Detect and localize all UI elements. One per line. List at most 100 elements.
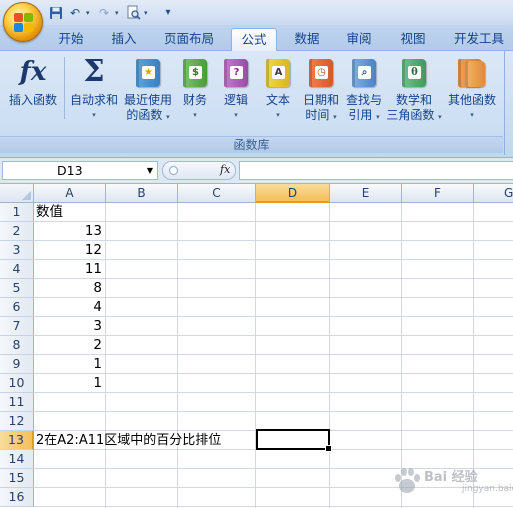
cell-a13[interactable]: 2在A2:A11区域中的百分比排位 (36, 431, 221, 450)
row-header-8[interactable]: 8 (0, 336, 34, 355)
undo-dropdown-icon[interactable]: ▾ (86, 9, 93, 17)
financial-icon: $ (179, 57, 211, 89)
formula-controls: fx (162, 161, 236, 180)
more-functions-dropdown-icon: ▾ (470, 111, 474, 119)
text-functions-button[interactable]: A 文本 ▾ (260, 57, 296, 123)
cell-a5[interactable]: 8 (34, 279, 102, 298)
cell-a7[interactable]: 3 (34, 317, 102, 336)
autosum-dropdown-icon: ▾ (92, 111, 96, 119)
cell-a3[interactable]: 12 (34, 241, 102, 260)
row-header-6[interactable]: 6 (0, 298, 34, 317)
autosum-button[interactable]: Σ 自动求和 ▾ (68, 57, 120, 123)
tab-view[interactable]: 视图 (394, 28, 432, 51)
math-trig-button[interactable]: θ 数学和 三角函数 ▾ (385, 57, 443, 125)
gridline (34, 373, 513, 374)
ribbon-formulas: fx 插入函数 Σ 自动求和 ▾ ★ 最近使用 的函数 ▾ $ 财务 ▾ ? 逻… (0, 51, 513, 158)
save-icon[interactable] (48, 5, 64, 21)
row-header-3[interactable]: 3 (0, 241, 34, 260)
tab-page-layout[interactable]: 页面布局 (158, 28, 220, 51)
insert-function-fx-button[interactable]: fx (220, 163, 230, 176)
financial-button[interactable]: $ 财务 ▾ (177, 57, 213, 123)
paw-logo-icon (395, 468, 420, 493)
tab-home[interactable]: 开始 (52, 28, 90, 51)
text-functions-label: 文本 (265, 93, 290, 107)
resize-handle-icon[interactable] (169, 166, 178, 175)
logical-button[interactable]: ? 逻辑 ▾ (218, 57, 254, 123)
recent-functions-label-2: 的函数 ▾ (126, 108, 170, 122)
print-preview-dropdown-icon[interactable]: ▾ (144, 9, 151, 17)
more-functions-icon (456, 57, 488, 89)
redo-dropdown-icon[interactable]: ▾ (115, 9, 122, 17)
text-functions-icon: A (262, 57, 294, 89)
cell-a2[interactable]: 13 (34, 222, 102, 241)
gridline (34, 297, 513, 298)
cell-a6[interactable]: 4 (34, 298, 102, 317)
column-header-d[interactable]: D (256, 184, 330, 203)
tab-formulas[interactable]: 公式 (231, 28, 277, 52)
lookup-reference-button[interactable]: ⌕ 查找与 引用 ▾ (342, 57, 386, 125)
row-header-2[interactable]: 2 (0, 222, 34, 241)
lookup-reference-label-1: 查找与 (345, 93, 382, 107)
formula-input[interactable] (239, 161, 513, 180)
cell-a4[interactable]: 11 (34, 260, 102, 279)
undo-icon[interactable]: ↶ (67, 5, 83, 21)
insert-function-button[interactable]: fx 插入函数 (5, 57, 61, 108)
cell-a9[interactable]: 1 (34, 355, 102, 374)
recent-functions-button[interactable]: ★ 最近使用 的函数 ▾ (121, 57, 175, 125)
gridline (34, 411, 513, 412)
row-header-7[interactable]: 7 (0, 317, 34, 336)
tab-data[interactable]: 数据 (288, 28, 326, 51)
column-header-b[interactable]: B (106, 184, 178, 203)
logical-label: 逻辑 (223, 93, 248, 107)
gridline (255, 203, 256, 508)
select-all-button[interactable] (0, 184, 34, 203)
math-trig-label-1: 数学和 (395, 93, 432, 107)
row-header-10[interactable]: 10 (0, 374, 34, 393)
print-preview-icon[interactable] (125, 5, 141, 21)
row-header-9[interactable]: 9 (0, 355, 34, 374)
insert-function-icon: fx (19, 57, 47, 87)
row-header-15[interactable]: 15 (0, 469, 34, 488)
row-header-13[interactable]: 13 (0, 431, 34, 450)
column-header-a[interactable]: A (34, 184, 106, 203)
gridline (34, 392, 513, 393)
gridline (34, 335, 513, 336)
row-header-12[interactable]: 12 (0, 412, 34, 431)
name-box[interactable]: D13 ▼ (2, 161, 158, 180)
tab-insert[interactable]: 插入 (105, 28, 143, 51)
tab-developer[interactable]: 开发工具 (448, 28, 510, 51)
row-header-1[interactable]: 1 (0, 203, 34, 222)
row-header-4[interactable]: 4 (0, 260, 34, 279)
column-header-e[interactable]: E (330, 184, 402, 203)
row-header-14[interactable]: 14 (0, 450, 34, 469)
row-header-5[interactable]: 5 (0, 279, 34, 298)
baidu-jingyan-watermark: Bai 经验 jingyan.baidu.com (392, 463, 513, 499)
date-time-button[interactable]: ◷ 日期和 时间 ▾ (299, 57, 343, 125)
title-bar: ↶ ▾ ↷ ▾ ▾ ▾ (0, 0, 513, 25)
customize-toolbar-icon[interactable]: ▾ (160, 5, 176, 21)
column-header-c[interactable]: C (178, 184, 256, 203)
more-functions-label: 其他函数 (447, 93, 496, 107)
row-header-16[interactable]: 16 (0, 488, 34, 507)
office-button[interactable] (3, 2, 43, 42)
column-header-g[interactable]: G (474, 184, 513, 203)
redo-icon[interactable]: ↷ (96, 5, 112, 21)
financial-label: 财务 (182, 93, 207, 107)
active-cell-d13[interactable] (256, 429, 332, 452)
name-box-dropdown-icon[interactable]: ▼ (147, 162, 153, 179)
gridline (34, 221, 513, 222)
column-header-f[interactable]: F (402, 184, 474, 203)
formula-bar: D13 ▼ fx (0, 158, 513, 184)
ribbon-separator (64, 57, 65, 119)
cell-a1[interactable]: 数值 (36, 203, 63, 222)
row-header-11[interactable]: 11 (0, 393, 34, 412)
more-functions-button[interactable]: 其他函数 ▾ (446, 57, 498, 123)
cell-a10[interactable]: 1 (34, 374, 102, 393)
cell-a8[interactable]: 2 (34, 336, 102, 355)
logical-dropdown-icon: ▾ (234, 111, 238, 119)
tab-review[interactable]: 审阅 (340, 28, 378, 51)
text-functions-dropdown-icon: ▾ (276, 111, 280, 119)
autosum-label: 自动求和 (69, 93, 118, 107)
math-trig-icon: θ (398, 57, 430, 89)
gridline (34, 240, 513, 241)
